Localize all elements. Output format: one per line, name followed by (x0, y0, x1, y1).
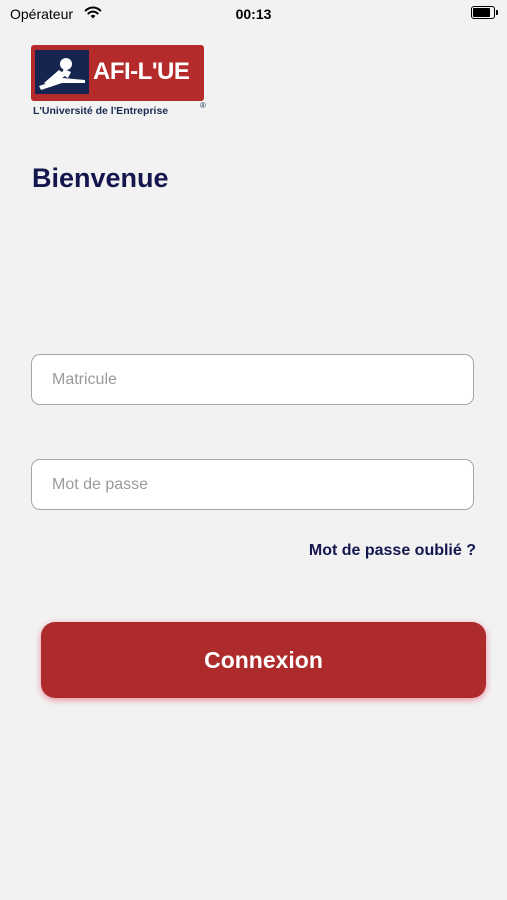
status-time: 00:13 (235, 6, 272, 22)
matricule-field[interactable] (31, 354, 474, 405)
forgot-password-link[interactable]: Mot de passe oublié ? (309, 542, 476, 560)
matricule-input[interactable] (32, 355, 473, 404)
registered-mark: ® (200, 101, 206, 110)
battery-icon (471, 6, 498, 19)
status-bar: Opérateur 00:13 (0, 0, 507, 28)
password-field[interactable] (31, 459, 474, 510)
reader-emblem-icon (35, 50, 89, 94)
logo-banner: AFI-L'UE (31, 45, 204, 101)
logo-tagline: L'Université de l'Entreprise (33, 105, 169, 117)
login-button[interactable]: Connexion (41, 622, 486, 698)
afi-logo: AFI-L'UE L'Université de l'Entreprise ® (31, 45, 211, 120)
page-title: Bienvenue (32, 163, 169, 193)
password-input[interactable] (32, 460, 473, 509)
battery-level (473, 8, 490, 17)
logo-brand-text: AFI-L'UE (93, 58, 190, 85)
